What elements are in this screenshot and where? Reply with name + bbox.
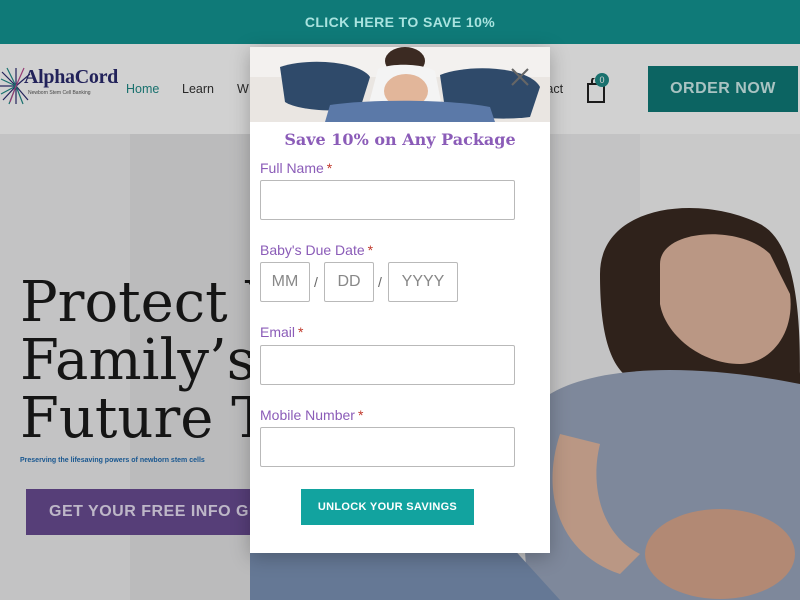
required-mark: * bbox=[298, 324, 304, 340]
popup-heading: Save 10% on Any Package bbox=[284, 130, 516, 149]
required-mark: * bbox=[357, 407, 364, 423]
full-name-label: Full Name * bbox=[260, 160, 332, 176]
mobile-number-input[interactable] bbox=[260, 427, 515, 467]
date-separator: / bbox=[314, 274, 318, 290]
required-mark: * bbox=[367, 242, 374, 258]
due-date-label-text: Baby's Due Date bbox=[260, 242, 365, 258]
due-date-day-input[interactable] bbox=[324, 262, 374, 302]
close-icon[interactable] bbox=[508, 65, 532, 89]
promo-link[interactable]: CLICK HERE TO SAVE 10% bbox=[305, 14, 495, 30]
unlock-savings-button[interactable]: UNLOCK YOUR SAVINGS bbox=[301, 489, 474, 525]
discount-popup: Save 10% on Any Package Full Name * Baby'… bbox=[250, 47, 550, 553]
mobile-label: Mobile Number * bbox=[260, 407, 363, 423]
full-name-label-text: Full Name bbox=[260, 160, 324, 176]
email-input[interactable] bbox=[260, 345, 515, 385]
email-label-text: Email bbox=[260, 324, 296, 340]
email-label: Email * bbox=[260, 324, 303, 340]
due-date-month-input[interactable] bbox=[260, 262, 310, 302]
date-separator: / bbox=[378, 274, 382, 290]
required-mark: * bbox=[326, 160, 333, 176]
promo-banner[interactable]: CLICK HERE TO SAVE 10% bbox=[0, 0, 800, 44]
due-date-year-input[interactable] bbox=[388, 262, 458, 302]
due-date-label: Baby's Due Date * bbox=[260, 242, 373, 258]
full-name-input[interactable] bbox=[260, 180, 515, 220]
popup-photo bbox=[250, 47, 550, 122]
mobile-label-text: Mobile Number bbox=[260, 407, 355, 423]
